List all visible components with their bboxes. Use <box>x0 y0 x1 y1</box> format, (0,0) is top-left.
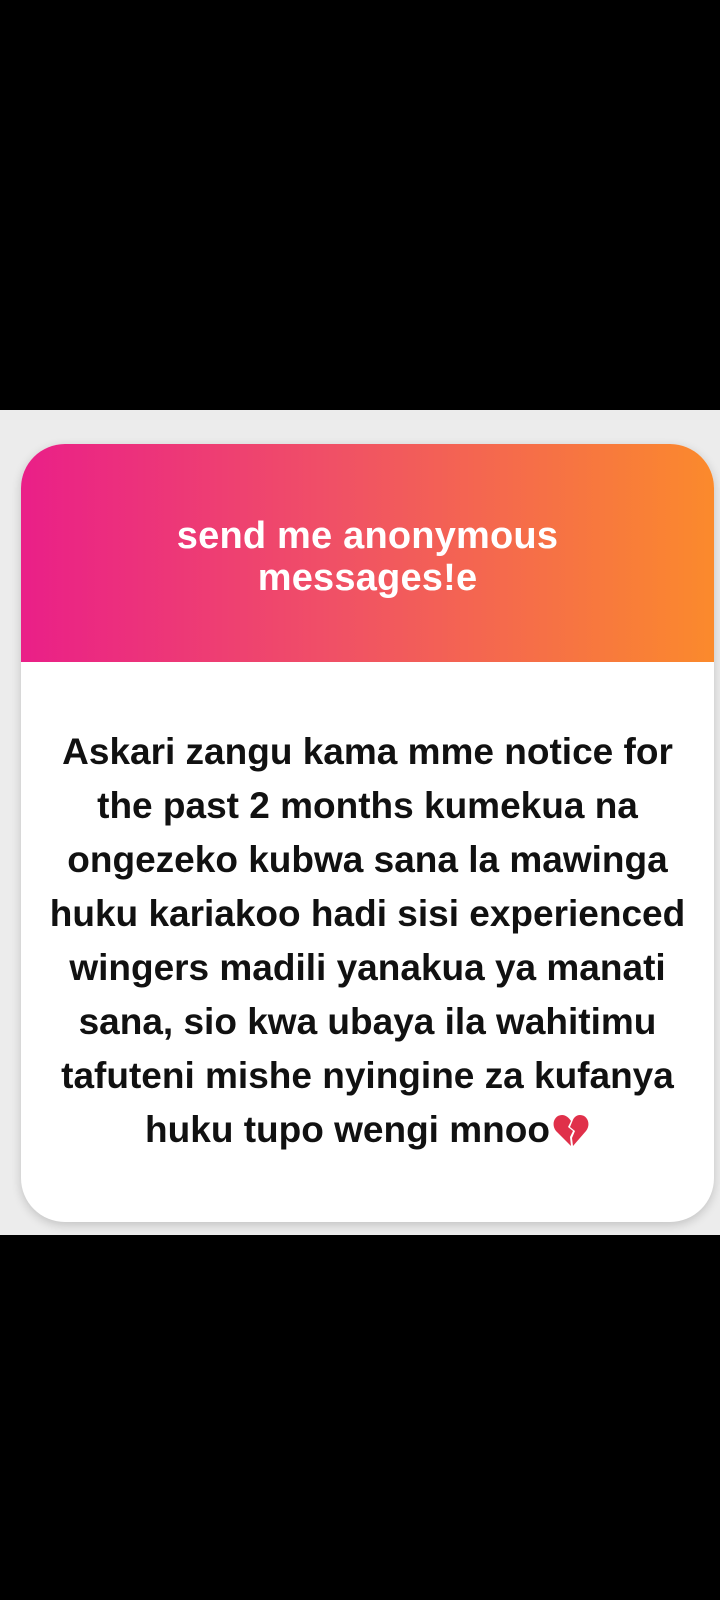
story-panel: send me anonymous messages!e Askari zang… <box>0 410 720 1235</box>
screen: send me anonymous messages!e Askari zang… <box>0 0 720 1600</box>
broken-heart-icon <box>553 1115 589 1146</box>
card-header: send me anonymous messages!e <box>21 444 714 662</box>
message-text: Askari zangu kama mme notice for the pas… <box>48 725 688 1157</box>
card-title: send me anonymous messages!e <box>176 515 559 599</box>
message-body: Askari zangu kama mme notice for the pas… <box>49 731 686 1150</box>
anonymous-question-card[interactable]: send me anonymous messages!e Askari zang… <box>21 444 714 1222</box>
card-body: Askari zangu kama mme notice for the pas… <box>21 662 714 1222</box>
